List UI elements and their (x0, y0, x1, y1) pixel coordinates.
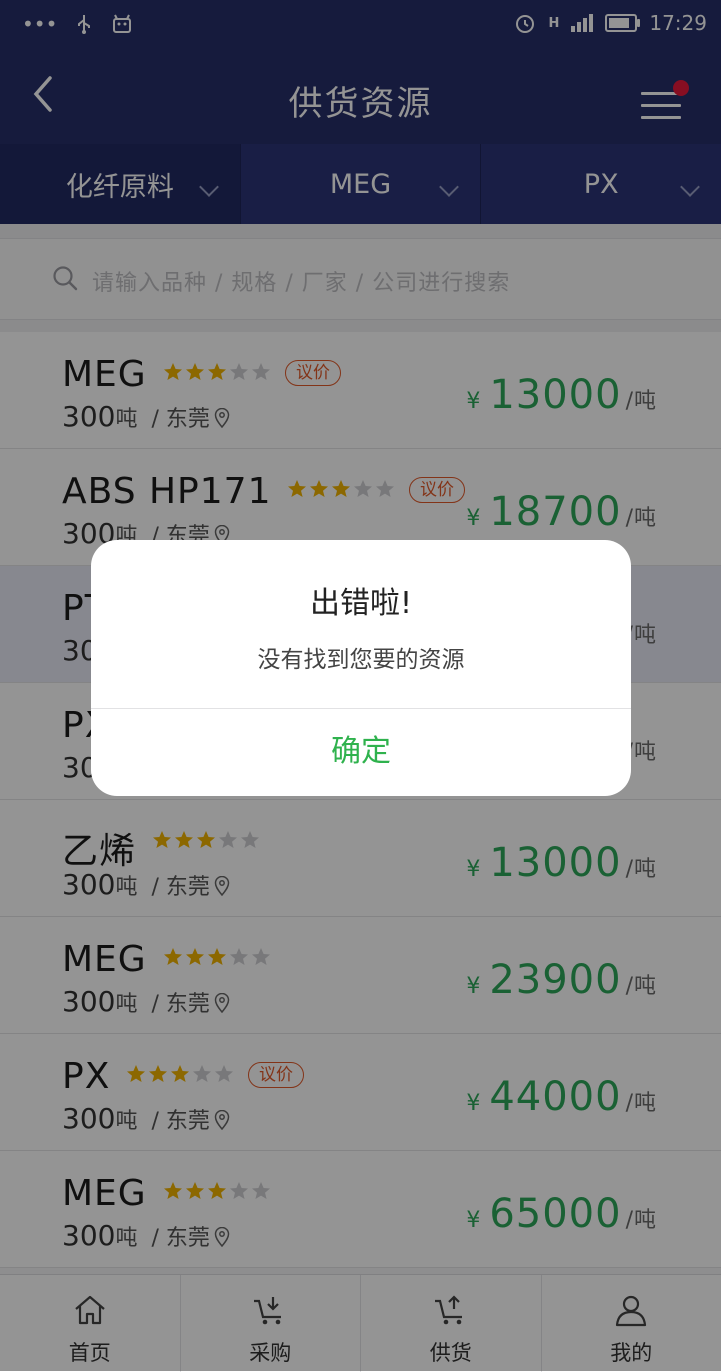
screen: ••• H 17:29 供货资源 化纤原料 MEG (0, 0, 721, 1371)
confirm-button[interactable]: 确定 (91, 708, 631, 796)
error-dialog: 出错啦! 没有找到您要的资源 确定 (91, 540, 631, 796)
dialog-title: 出错啦! (91, 578, 631, 622)
dialog-message: 没有找到您要的资源 (91, 640, 631, 674)
